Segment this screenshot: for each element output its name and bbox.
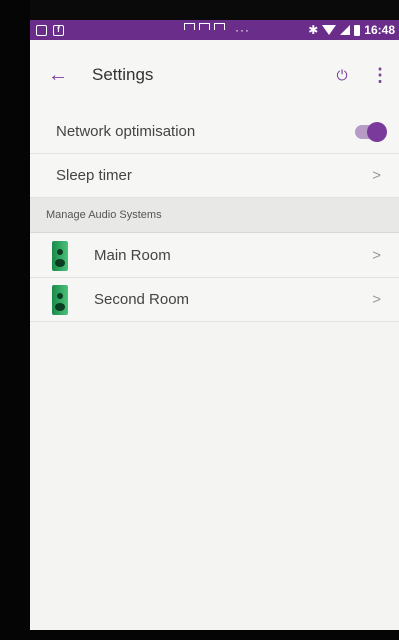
audio-system-main-room[interactable]: Main Room > — [30, 234, 399, 278]
power-icon[interactable]: ⏻ — [327, 60, 357, 90]
more-notifications-icon: ··· — [235, 23, 250, 37]
bottom-bezel — [30, 630, 399, 640]
speaker-icon — [52, 240, 68, 271]
status-left-icons: f — [30, 24, 64, 36]
phone-screen: f ··· ✱ 16:48 ← Settings ⏻ ⋮ Network opt… — [30, 20, 399, 630]
status-bar: f ··· ✱ 16:48 — [30, 20, 399, 40]
message-icon — [36, 24, 47, 36]
manage-audio-systems-header: Manage Audio Systems — [30, 198, 399, 233]
notification-icon — [184, 23, 195, 30]
notification-icon — [214, 23, 225, 30]
battery-icon — [354, 24, 361, 36]
facebook-icon: f — [53, 24, 64, 36]
network-optimisation-label: Network optimisation — [56, 123, 196, 140]
overflow-menu-icon[interactable]: ⋮ — [365, 60, 395, 90]
chevron-right-icon: > — [372, 291, 381, 308]
back-arrow-icon[interactable]: ← — [38, 55, 78, 95]
signal-icon — [340, 25, 351, 35]
section-title: Manage Audio Systems — [46, 209, 162, 221]
speaker-icon — [52, 284, 68, 315]
status-right-icons: ✱ 16:48 — [308, 23, 399, 37]
toggle-knob — [367, 121, 387, 142]
sleep-timer-label: Sleep timer — [56, 167, 132, 184]
notification-icon — [199, 23, 210, 30]
wifi-icon — [322, 25, 337, 35]
audio-system-second-room[interactable]: Second Room > — [30, 278, 399, 322]
chevron-right-icon: > — [372, 247, 381, 264]
status-time: 16:48 — [364, 23, 395, 37]
bluetooth-icon: ✱ — [308, 23, 319, 37]
left-bezel — [0, 0, 30, 640]
network-optimisation-row[interactable]: Network optimisation — [30, 110, 399, 154]
page-title: Settings — [92, 65, 154, 84]
app-toolbar: ← Settings ⏻ ⋮ — [30, 40, 399, 111]
network-optimisation-toggle[interactable] — [355, 121, 387, 142]
chevron-right-icon: > — [372, 167, 381, 184]
audio-system-label: Main Room — [94, 247, 171, 264]
audio-system-label: Second Room — [94, 291, 190, 308]
status-notifications: ··· — [184, 23, 250, 37]
sleep-timer-row[interactable]: Sleep timer > — [30, 154, 399, 198]
